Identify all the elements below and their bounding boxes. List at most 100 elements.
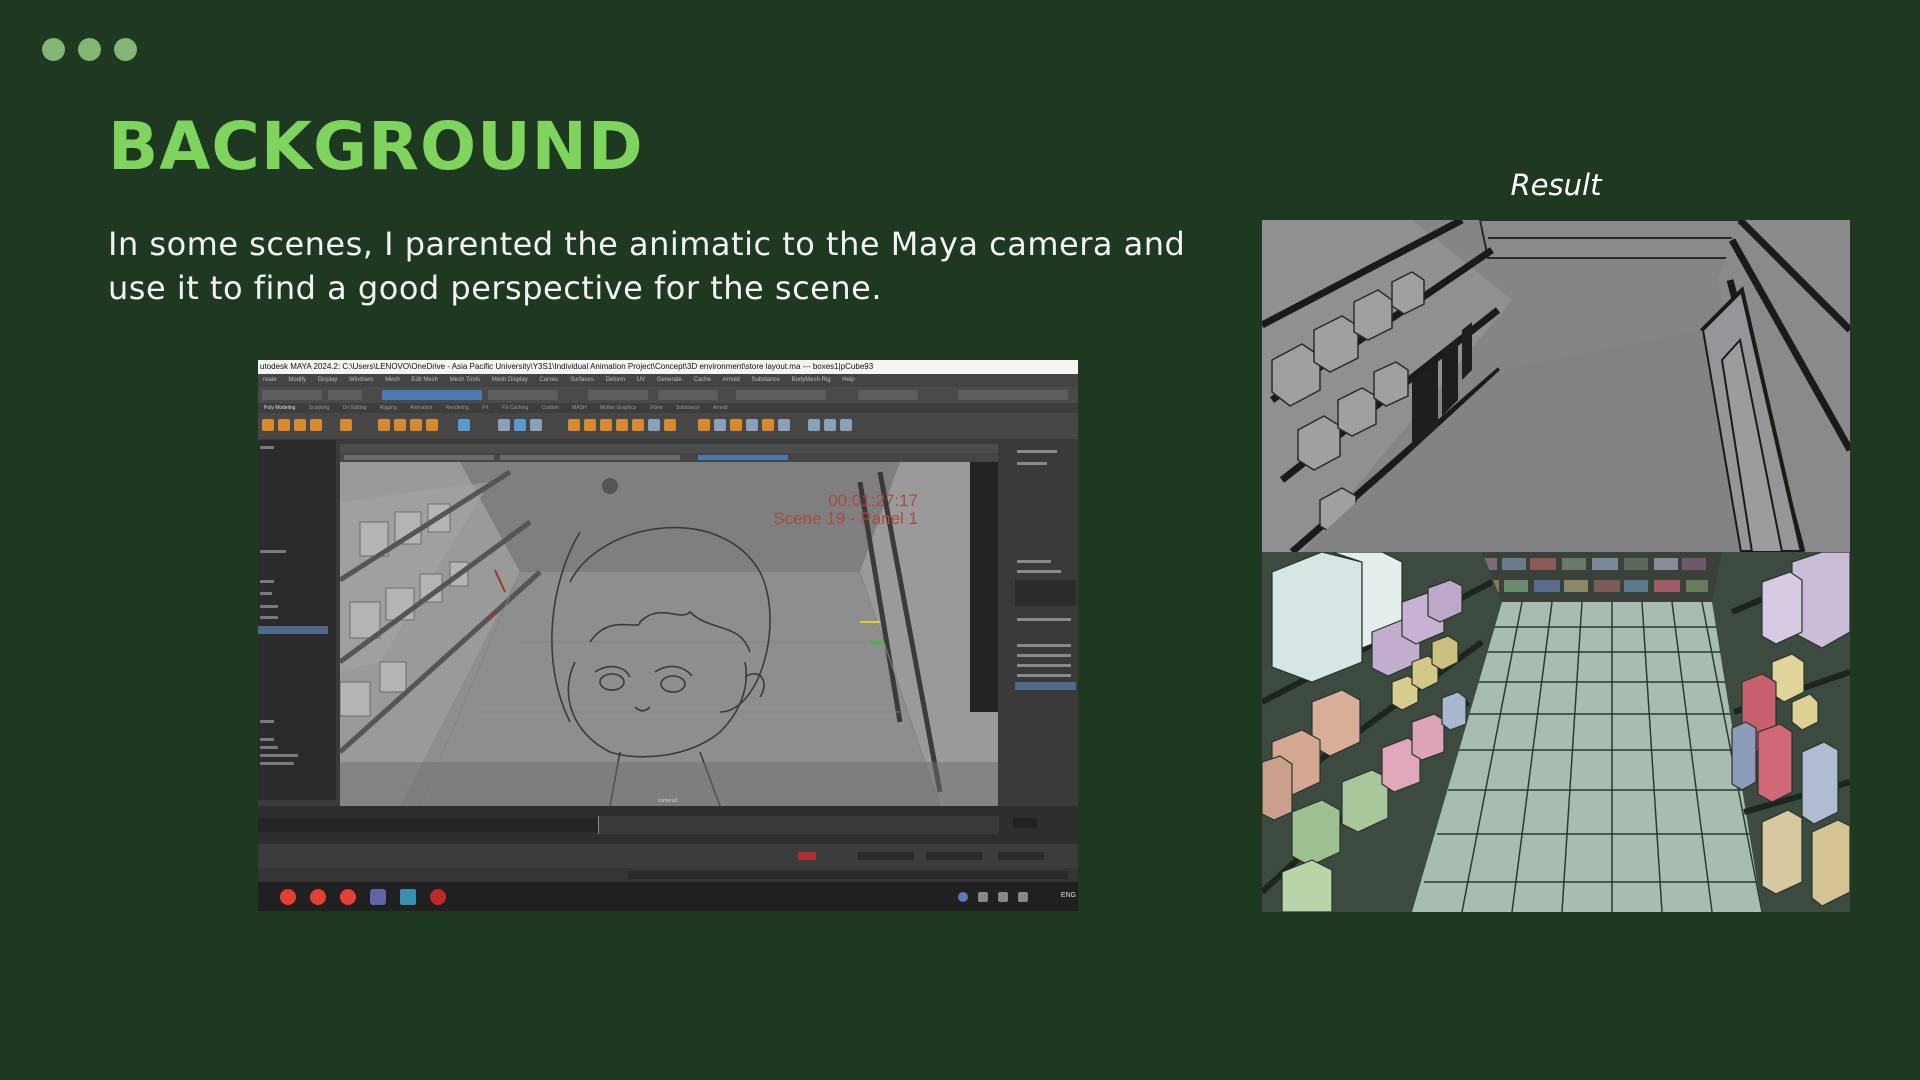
network-icon[interactable] xyxy=(998,892,1008,902)
outliner-row[interactable] xyxy=(260,738,274,741)
maya-time-slider[interactable] xyxy=(258,806,1078,844)
shelf-tool-icon[interactable] xyxy=(514,419,526,431)
menu-item[interactable]: Surfaces xyxy=(570,377,594,383)
layer-row[interactable] xyxy=(1017,674,1071,677)
maya-command-line[interactable] xyxy=(258,868,1078,882)
teams-icon[interactable] xyxy=(370,889,386,905)
viewport-tool-icons[interactable] xyxy=(344,455,494,460)
shelf-tab[interactable]: FX Caching xyxy=(502,405,528,411)
chrome-icon[interactable] xyxy=(340,889,356,905)
shelf-tab[interactable]: Custom xyxy=(542,405,559,411)
input-field[interactable] xyxy=(858,390,918,400)
shelf-tool-icon[interactable] xyxy=(746,419,758,431)
status-icons[interactable] xyxy=(328,390,362,400)
shelf-tool-icon[interactable] xyxy=(426,419,438,431)
outliner-selected-row[interactable] xyxy=(258,626,328,634)
tray-icon[interactable] xyxy=(978,892,988,902)
outliner-row[interactable] xyxy=(260,720,274,723)
menu-item[interactable]: reate xyxy=(263,377,277,383)
shelf-tab[interactable]: MASH xyxy=(572,405,586,411)
menu-item[interactable]: Generate xyxy=(657,377,682,383)
current-frame-field[interactable] xyxy=(1013,818,1037,828)
tray-icon[interactable] xyxy=(958,892,968,902)
selection-mask[interactable] xyxy=(382,390,482,400)
outliner-row[interactable] xyxy=(260,762,294,765)
shelf-tool-icon[interactable] xyxy=(778,419,790,431)
menu-item[interactable]: Deform xyxy=(605,377,625,383)
outliner-row[interactable] xyxy=(260,754,298,757)
menu-item[interactable]: Mesh Tools xyxy=(450,377,480,383)
symmetry-field[interactable] xyxy=(658,390,718,400)
live-surface-field[interactable] xyxy=(588,390,648,400)
render-icons[interactable] xyxy=(736,390,826,400)
shelf-tool-icon[interactable] xyxy=(410,419,422,431)
maya-viewport[interactable]: 00:01:27:17 Scene 19 - Panel 1 camera3 xyxy=(340,444,998,806)
shelf-tool-icon[interactable] xyxy=(714,419,726,431)
channel-box-row[interactable] xyxy=(1017,450,1057,453)
maya-range-slider[interactable] xyxy=(258,844,1078,868)
shelf-tab[interactable]: XGen xyxy=(650,405,663,411)
menu-item[interactable]: Modify xyxy=(288,377,306,383)
menu-item[interactable]: BodyMesh Rig xyxy=(792,377,831,383)
chrome-icon[interactable] xyxy=(280,889,296,905)
shelf-tool-icon[interactable] xyxy=(530,419,542,431)
layer-row-selected[interactable] xyxy=(1015,682,1076,690)
shelf-tab[interactable]: FX xyxy=(482,405,488,411)
menu-item[interactable]: Mesh xyxy=(385,377,400,383)
shelf-tool-icon[interactable] xyxy=(278,419,290,431)
snap-icons[interactable] xyxy=(488,390,558,400)
shelf-tool-icon[interactable] xyxy=(340,419,352,431)
layer-row[interactable] xyxy=(1017,654,1071,657)
menu-item[interactable]: Substance xyxy=(752,377,780,383)
shelf-tool-icon[interactable] xyxy=(648,419,660,431)
menu-item[interactable]: Display xyxy=(318,377,338,383)
fps-dropdown[interactable] xyxy=(998,852,1044,860)
channel-box-field[interactable] xyxy=(1015,580,1076,606)
app-icon[interactable] xyxy=(430,889,446,905)
menu-item[interactable]: UV xyxy=(637,377,645,383)
shelf-tool-icon[interactable] xyxy=(378,419,390,431)
viewport-panel-menu[interactable] xyxy=(340,444,998,453)
shelf-tab[interactable]: Rendering xyxy=(446,405,469,411)
workspace-dropdown[interactable] xyxy=(958,390,1068,400)
character-set-field[interactable] xyxy=(858,852,914,860)
shelf-tab[interactable]: Substance xyxy=(676,405,700,411)
shelf-tool-icon[interactable] xyxy=(730,419,742,431)
outliner-row[interactable] xyxy=(260,550,286,553)
shelf-tool-icon[interactable] xyxy=(808,419,820,431)
menu-item[interactable]: Curves xyxy=(539,377,558,383)
channel-box-row[interactable] xyxy=(1017,560,1051,563)
maya-icon[interactable] xyxy=(400,889,416,905)
layer-row[interactable] xyxy=(1017,644,1071,647)
menu-item[interactable]: Cache xyxy=(694,377,711,383)
outliner-row[interactable] xyxy=(260,446,274,449)
menu-item[interactable]: Mesh Display xyxy=(492,377,528,383)
shelf-tool-icon[interactable] xyxy=(616,419,628,431)
outliner-row[interactable] xyxy=(260,580,274,583)
shelf-tab[interactable]: Sculpting xyxy=(309,405,330,411)
outliner-row[interactable] xyxy=(260,605,278,608)
shelf-tool-icon[interactable] xyxy=(294,419,306,431)
layer-editor-tabs[interactable] xyxy=(1017,618,1071,621)
menu-item[interactable]: Edit Mesh xyxy=(411,377,438,383)
mel-input[interactable] xyxy=(628,871,1068,879)
shelf-tab[interactable]: Arnold xyxy=(713,405,727,411)
menu-item[interactable]: Help xyxy=(842,377,854,383)
anim-layer-field[interactable] xyxy=(926,852,982,860)
language-indicator[interactable]: ENG xyxy=(1061,890,1076,902)
shelf-tool-icon[interactable] xyxy=(310,419,322,431)
shelf-tool-icon[interactable] xyxy=(664,419,676,431)
shelf-tool-icon[interactable] xyxy=(762,419,774,431)
shelf-tool-icon[interactable] xyxy=(568,419,580,431)
channel-box-row[interactable] xyxy=(1017,462,1047,465)
shelf-tab[interactable]: Rigging xyxy=(380,405,397,411)
shelf-tool-icon[interactable] xyxy=(458,419,470,431)
shelf-tool-icon[interactable] xyxy=(262,419,274,431)
menu-item[interactable]: Arnold xyxy=(723,377,740,383)
shelf-tab[interactable]: Motion Graphics xyxy=(600,405,636,411)
channel-box-row[interactable] xyxy=(1017,570,1061,573)
chrome-icon[interactable] xyxy=(310,889,326,905)
shelf-tab[interactable]: UV Editing xyxy=(343,405,367,411)
shelf-tool-icon[interactable] xyxy=(394,419,406,431)
menu-item[interactable]: Windows xyxy=(349,377,373,383)
